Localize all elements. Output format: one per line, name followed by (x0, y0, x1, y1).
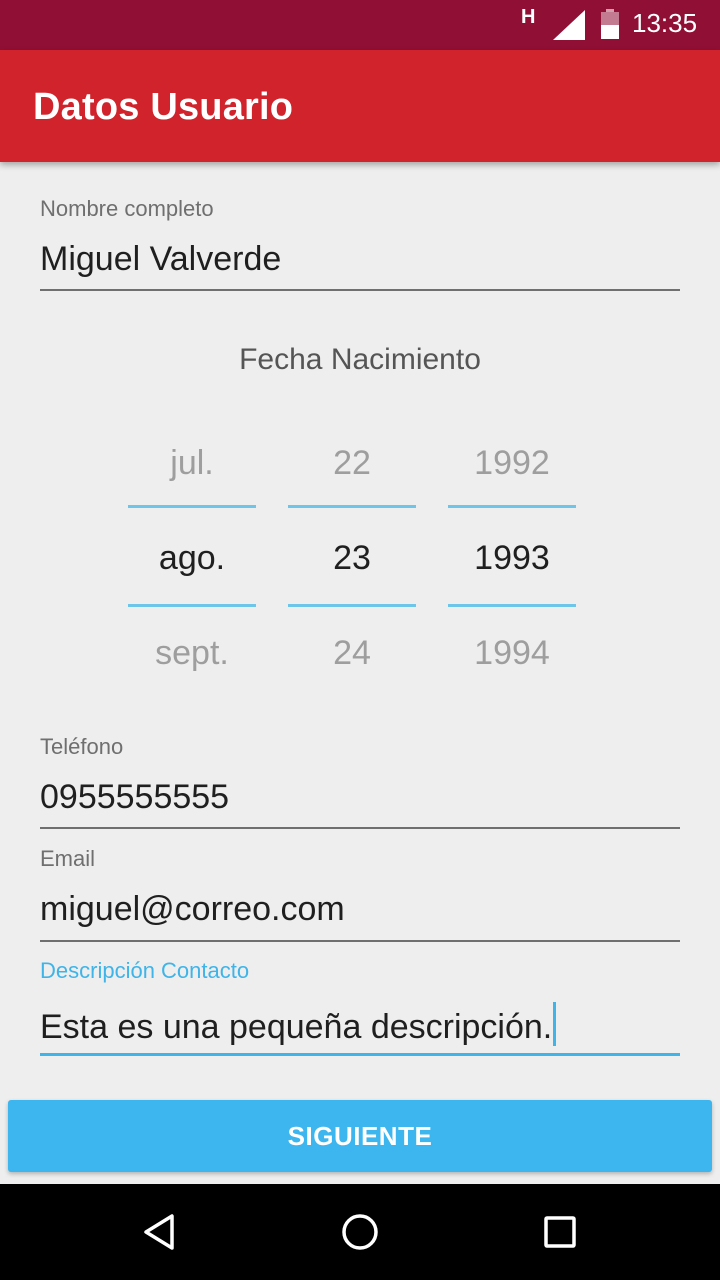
siguiente-button[interactable]: SIGUIENTE (8, 1100, 712, 1172)
email-label: Email (40, 846, 96, 871)
fecha-title: Fecha Nacimiento (239, 343, 481, 376)
month-next[interactable]: sept. (128, 634, 256, 673)
day-prev[interactable]: 22 (288, 444, 416, 483)
month-selected[interactable]: ago. (128, 539, 256, 578)
picker-divider (128, 604, 256, 607)
navigation-bar (0, 1184, 720, 1280)
email-input[interactable]: miguel@correo.com (40, 890, 345, 929)
year-selected[interactable]: 1993 (448, 539, 576, 578)
picker-divider (288, 505, 416, 508)
back-icon[interactable] (138, 1210, 182, 1254)
year-picker[interactable]: 1992 1993 1994 (448, 432, 576, 672)
day-selected[interactable]: 23 (288, 539, 416, 578)
app-bar: Datos Usuario (0, 50, 720, 162)
picker-divider (288, 604, 416, 607)
email-field[interactable]: Email miguel@correo.com (40, 844, 680, 944)
year-prev[interactable]: 1992 (448, 444, 576, 483)
day-next[interactable]: 24 (288, 634, 416, 673)
picker-divider (448, 505, 576, 508)
telefono-field[interactable]: Teléfono 0955555555 (40, 730, 680, 830)
descripcion-input[interactable]: Esta es una pequeña descripción. (40, 1002, 557, 1047)
form-content: Nombre completo Miguel Valverde Fecha Na… (0, 162, 720, 1184)
telefono-underline (40, 827, 680, 829)
telefono-input[interactable]: 0955555555 (40, 778, 229, 817)
status-bar: H 13:35 (0, 0, 720, 50)
picker-divider (128, 505, 256, 508)
signal-icon (553, 10, 585, 44)
home-icon[interactable] (338, 1210, 382, 1254)
network-type-indicator: H (521, 6, 536, 28)
month-prev[interactable]: jul. (128, 444, 256, 483)
month-picker[interactable]: jul. ago. sept. (128, 432, 256, 672)
battery-icon (600, 9, 620, 43)
email-underline (40, 940, 680, 942)
picker-divider (448, 604, 576, 607)
nombre-input[interactable]: Miguel Valverde (40, 240, 281, 279)
descripcion-field[interactable]: Descripción Contacto Esta es una pequeña… (40, 956, 680, 1056)
text-cursor (553, 1002, 557, 1046)
nombre-field[interactable]: Nombre completo Miguel Valverde (40, 192, 680, 292)
nombre-label: Nombre completo (40, 196, 214, 221)
day-picker[interactable]: 22 23 24 (288, 432, 416, 672)
page-title: Datos Usuario (33, 86, 294, 128)
recents-icon[interactable] (538, 1210, 582, 1254)
status-time: 13:35 (632, 8, 698, 38)
telefono-label: Teléfono (40, 734, 124, 759)
descripcion-text: Esta es una pequeña descripción. (40, 1008, 553, 1046)
year-next[interactable]: 1994 (448, 634, 576, 673)
descripcion-underline (40, 1053, 680, 1056)
descripcion-label: Descripción Contacto (40, 958, 250, 983)
nombre-underline (40, 289, 680, 291)
